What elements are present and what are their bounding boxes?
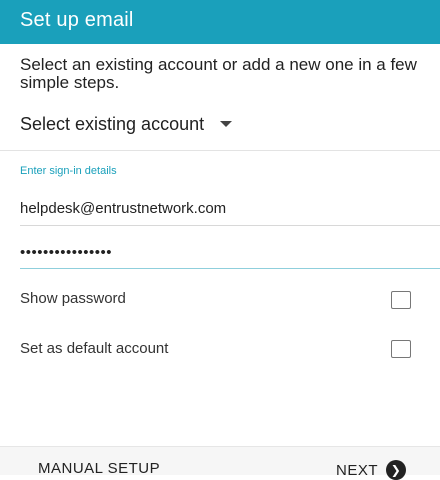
select-account-label: Select existing account <box>20 113 205 134</box>
page-title: Set up email <box>20 9 134 31</box>
password-field[interactable]: •••••••••••••••• <box>20 244 440 261</box>
next-button[interactable]: NEXT ❯ <box>336 460 407 480</box>
chevron-right-icon: ❯ <box>386 460 407 480</box>
divider <box>0 150 440 151</box>
intro-text: Select an existing account or add a new … <box>20 55 417 92</box>
next-button-label: NEXT <box>336 461 379 479</box>
manual-setup-button[interactable]: MANUAL SETUP <box>38 460 160 477</box>
show-password-checkbox[interactable] <box>391 291 411 309</box>
show-password-label: Show password <box>20 290 126 307</box>
title-bar: Set up email <box>0 0 440 44</box>
email-field[interactable]: helpdesk@entrustnetwork.com <box>20 200 440 217</box>
sign-in-section-label: Enter sign-in details <box>20 165 117 177</box>
default-account-checkbox[interactable] <box>391 340 411 358</box>
email-field-underline <box>20 225 440 226</box>
password-field-underline <box>20 268 440 269</box>
default-account-label: Set as default account <box>20 340 169 357</box>
dropdown-caret-icon <box>220 121 233 127</box>
select-existing-account-dropdown[interactable]: Select existing account <box>20 110 233 138</box>
